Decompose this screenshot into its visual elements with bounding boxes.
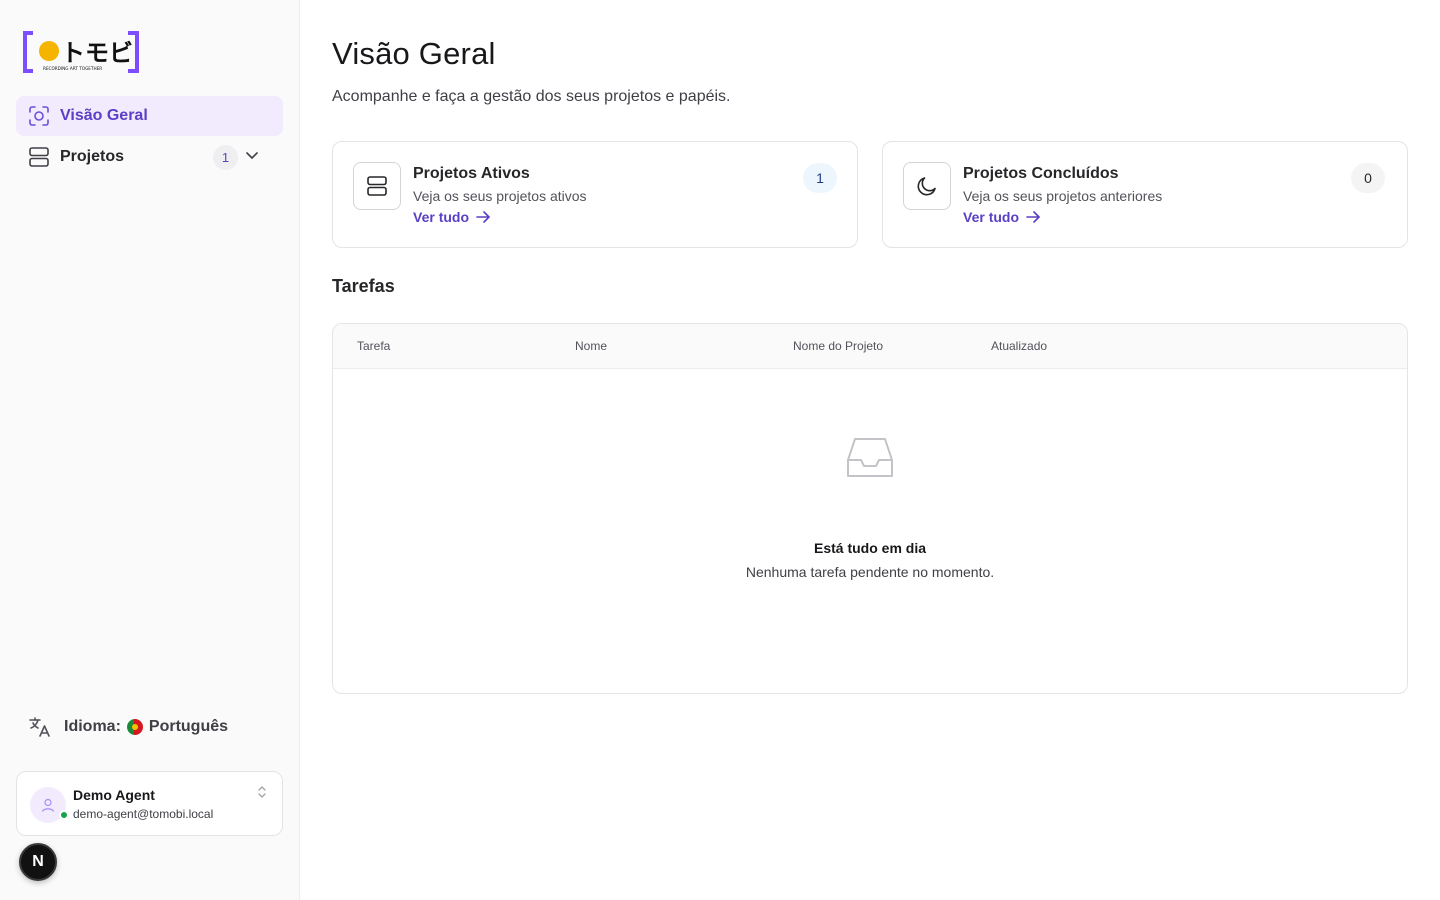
tasks-table: Tarefa Nome Nome do Projeto Atualizado E… [332, 323, 1408, 694]
server-stack-icon [353, 162, 401, 210]
moon-icon [903, 162, 951, 210]
language-selector[interactable]: Idioma: Português [28, 715, 228, 739]
server-stack-icon [28, 146, 50, 168]
portugal-flag-icon [126, 719, 143, 735]
card-title: Projetos Ativos [413, 165, 530, 182]
sidebar-item-label: Visão Geral [60, 107, 148, 124]
inbox-icon [845, 436, 895, 480]
arrow-right-icon [1026, 211, 1040, 223]
empty-state-description: Nenhuma tarefa pendente no momento. [745, 564, 995, 580]
translate-icon [28, 715, 52, 739]
svg-text:トモビ: トモビ [61, 39, 133, 67]
sidebar-item-visao-geral[interactable]: Visão Geral [16, 96, 283, 136]
empty-state-title: Está tudo em dia [813, 540, 927, 556]
language-value: Português [148, 718, 229, 735]
app-logo[interactable]: トモビ RECORDING ART TOGETHER [23, 31, 141, 74]
column-header-nome-projeto[interactable]: Nome do Projeto [793, 339, 883, 353]
projects-count-badge: 1 [213, 145, 238, 170]
user-name: Demo Agent [73, 787, 155, 803]
card-title: Projetos Concluídos [963, 165, 1119, 182]
chevron-up-down-icon [256, 784, 268, 800]
user-menu[interactable]: Demo Agent demo-agent@tomobi.local [16, 771, 283, 836]
active-projects-count: 1 [803, 163, 837, 193]
language-label: Idioma: [64, 718, 121, 735]
card-description: Veja os seus projetos ativos [413, 188, 587, 204]
column-header-tarefa[interactable]: Tarefa [357, 339, 390, 353]
view-all-completed-link[interactable]: Ver tudo [963, 209, 1041, 225]
chevron-down-icon[interactable] [244, 147, 260, 163]
user-email: demo-agent@tomobi.local [73, 807, 214, 821]
column-header-atualizado[interactable]: Atualizado [991, 339, 1047, 353]
card-description: Veja os seus projetos anteriores [963, 188, 1163, 204]
tasks-section-title: Tarefas [332, 276, 395, 296]
link-label: Ver tudo [413, 209, 470, 225]
page-subtitle: Acompanhe e faça a gestão dos seus proje… [332, 88, 731, 105]
online-status-indicator [59, 810, 69, 820]
svg-text:RECORDING ART TOGETHER: RECORDING ART TOGETHER [43, 66, 102, 71]
active-projects-card: Projetos Ativos Veja os seus projetos at… [332, 141, 858, 248]
page-title: Visão Geral [332, 36, 496, 71]
sidebar: トモビ RECORDING ART TOGETHER Visão Geral P… [0, 0, 300, 900]
completed-projects-count: 0 [1351, 163, 1385, 193]
dev-tools-badge[interactable]: N [19, 843, 57, 881]
arrow-right-icon [476, 211, 490, 223]
completed-projects-card: Projetos Concluídos Veja os seus projeto… [882, 141, 1408, 248]
link-label: Ver tudo [963, 209, 1020, 225]
table-header: Tarefa Nome Nome do Projeto Atualizado [333, 324, 1407, 369]
sidebar-item-label: Projetos [60, 148, 125, 165]
focus-scan-icon [28, 105, 50, 127]
sidebar-item-projetos[interactable]: Projetos 1 [16, 137, 283, 177]
column-header-nome[interactable]: Nome [575, 339, 607, 353]
view-all-active-link[interactable]: Ver tudo [413, 209, 491, 225]
